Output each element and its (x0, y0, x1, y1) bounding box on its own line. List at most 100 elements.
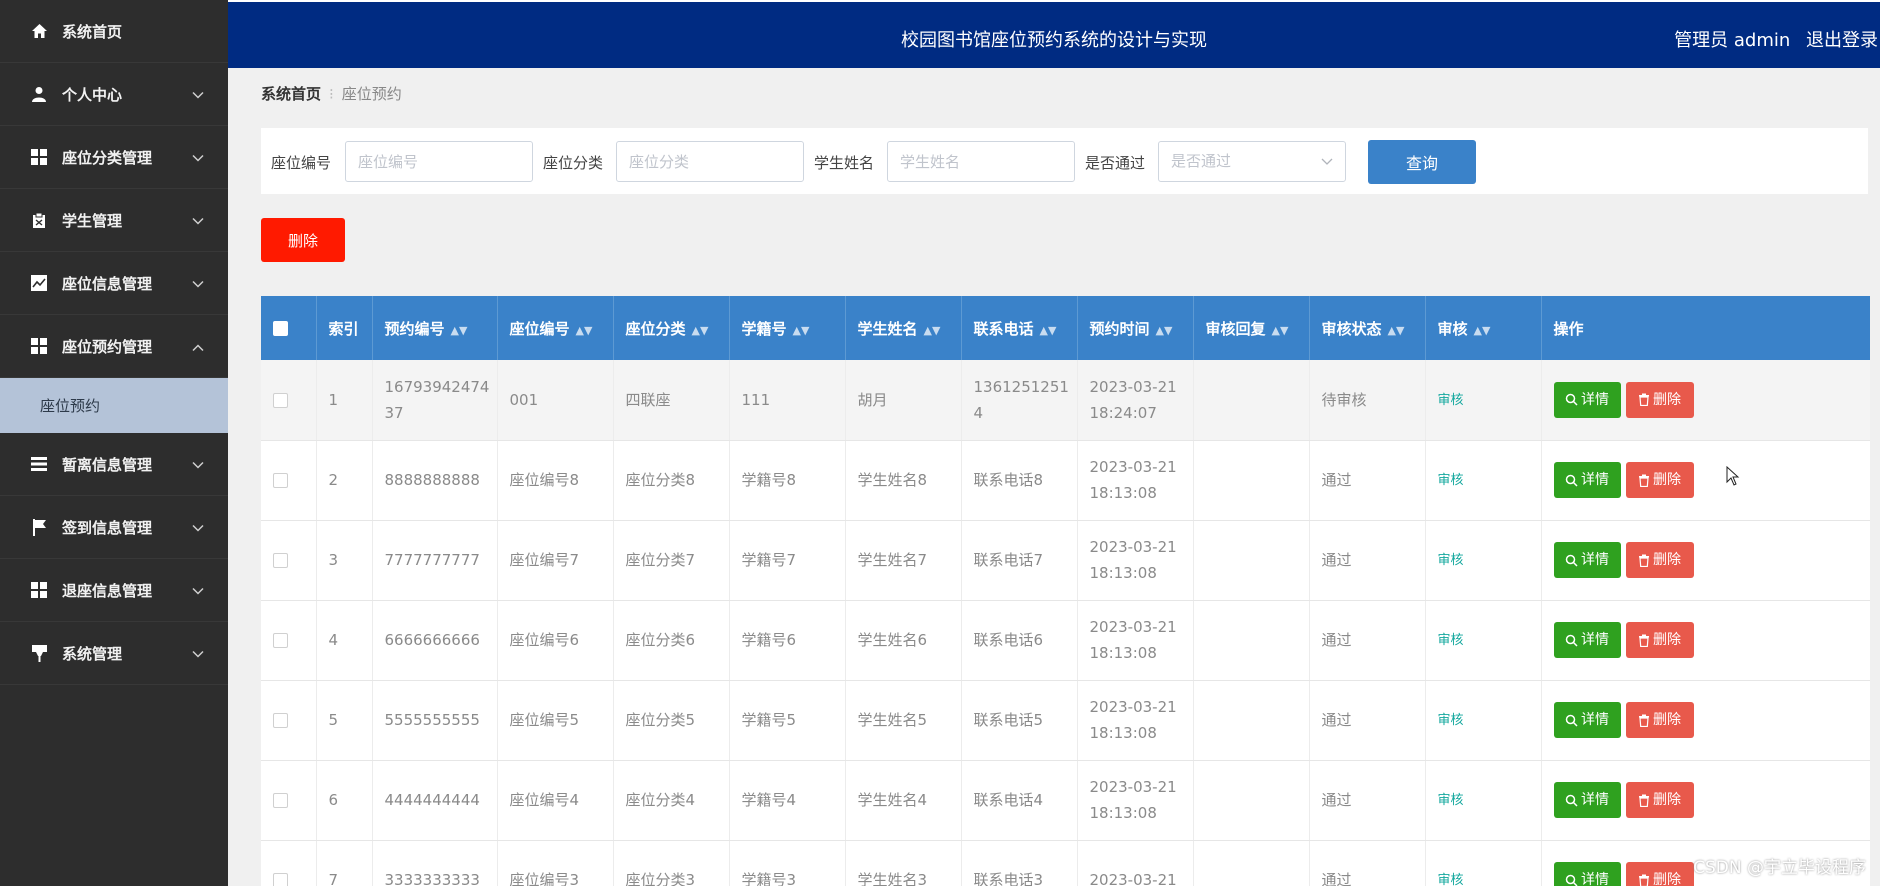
cell-index: 6 (316, 760, 373, 841)
delete-button[interactable]: 删除 (1625, 782, 1694, 818)
sidebar-item-seat-category[interactable]: 座位分类管理 (0, 126, 228, 189)
column-header-label: 审核 (1437, 319, 1468, 338)
review-link[interactable]: 审核 (1438, 873, 1464, 886)
sidebar-item-students[interactable]: 学生管理 (0, 189, 228, 252)
table-header-row: 索引 预约编号 ▲▼ 座位编号 ▲▼ 座位分类 ▲▼ 学籍号 ▲▼ 学生姓名 ▲▼ 联系电… (261, 296, 1870, 360)
sort-icon[interactable]: ▲▼ (451, 324, 468, 337)
cell-index: 5 (316, 680, 373, 761)
detail-button-label: 详情 (1581, 472, 1609, 488)
sort-icon[interactable]: ▲▼ (576, 324, 593, 337)
delete-button[interactable]: 删除 (1625, 542, 1694, 578)
cell-category: 座位分类6 (613, 600, 730, 681)
detail-button[interactable]: 详情 (1553, 542, 1621, 578)
sort-icon[interactable]: ▲▼ (924, 324, 941, 337)
column-header[interactable]: 座位分类 ▲▼ (613, 296, 730, 360)
column-header[interactable]: 座位编号 ▲▼ (497, 296, 614, 360)
seat-no-input[interactable] (345, 141, 533, 182)
search-form: 座位编号 座位分类 学生姓名 是否通过 是否通过 查询 (261, 128, 1868, 194)
review-link[interactable]: 审核 (1438, 713, 1464, 728)
sort-icon[interactable]: ▲▼ (1040, 324, 1057, 337)
sidebar-item-leave-info[interactable]: 暂离信息管理 (0, 433, 228, 496)
query-button[interactable]: 查询 (1368, 140, 1476, 184)
sort-icon[interactable]: ▲▼ (793, 324, 810, 337)
sidebar-item-label: 系统管理 (62, 644, 123, 663)
delete-button[interactable]: 删除 (1625, 622, 1694, 658)
cell-seat-no: 座位编号7 (497, 520, 614, 601)
detail-button[interactable]: 详情 (1553, 622, 1621, 658)
column-header[interactable]: 预约时间 ▲▼ (1077, 296, 1194, 360)
column-header[interactable]: 联系电话 ▲▼ (961, 296, 1078, 360)
column-header[interactable]: 审核回复 ▲▼ (1193, 296, 1310, 360)
row-checkbox[interactable] (273, 553, 288, 568)
student-name-input[interactable] (887, 141, 1075, 182)
column-header[interactable]: 审核状态 ▲▼ (1309, 296, 1426, 360)
chevron-down-icon (192, 148, 204, 167)
trash-icon (1639, 554, 1649, 567)
delete-button[interactable]: 删除 (1625, 702, 1694, 738)
sidebar-item-profile[interactable]: 个人中心 (0, 63, 228, 126)
sidebar: 系统首页 个人中心 座位分类管理 学生管理 座位信息管理 座位预约管理 座位预约… (0, 0, 228, 886)
sidebar-item-label: 座位分类管理 (62, 148, 153, 167)
column-header[interactable]: 学生姓名 ▲▼ (845, 296, 962, 360)
category-input[interactable] (616, 141, 804, 182)
cell-student-id: 学籍号6 (729, 600, 846, 681)
sort-icon[interactable]: ▲▼ (1156, 324, 1173, 337)
row-checkbox[interactable] (273, 392, 288, 408)
select-all-checkbox[interactable] (273, 321, 288, 336)
chevron-down-icon (192, 581, 204, 600)
detail-button[interactable]: 详情 (1553, 702, 1621, 738)
detail-button[interactable]: 详情 (1553, 862, 1621, 886)
passed-select[interactable]: 是否通过 (1158, 141, 1346, 182)
row-checkbox[interactable] (273, 873, 288, 886)
sidebar-item-checkin-info[interactable]: 签到信息管理 (0, 496, 228, 559)
review-link[interactable]: 审核 (1438, 473, 1464, 488)
cell-review-reply (1193, 440, 1310, 521)
delete-button-label: 删除 (1653, 632, 1681, 648)
batch-delete-button[interactable]: 删除 (261, 218, 345, 262)
cell-booking-no: 6666666666 (372, 600, 498, 681)
column-header: 操作 (1541, 296, 1870, 360)
review-link[interactable]: 审核 (1438, 393, 1464, 408)
admin-label: 管理员 admin (1674, 30, 1791, 51)
column-header[interactable]: 审核 ▲▼ (1425, 296, 1542, 360)
logout-link[interactable]: 退出登录 (1806, 30, 1878, 51)
cell-review-status: 通过 (1309, 760, 1426, 841)
cell-review-status: 待审核 (1309, 360, 1426, 441)
row-checkbox[interactable] (273, 793, 288, 808)
sidebar-subitem-seat-booking[interactable]: 座位预约 (0, 378, 228, 433)
review-link[interactable]: 审核 (1438, 793, 1464, 808)
row-checkbox[interactable] (273, 713, 288, 728)
detail-button-label: 详情 (1581, 552, 1609, 568)
seat-no-label: 座位编号 (271, 154, 332, 172)
cell-booking-no: 7777777777 (372, 520, 498, 601)
sort-icon[interactable]: ▲▼ (1474, 324, 1491, 337)
sort-icon[interactable]: ▲▼ (1272, 324, 1289, 337)
sidebar-item-system[interactable]: 系统管理 (0, 622, 228, 685)
cell-category: 座位分类3 (613, 840, 730, 886)
delete-button[interactable]: 删除 (1625, 862, 1694, 886)
cell-actions: 详情 删除 (1541, 600, 1870, 681)
sidebar-item-checkout-info[interactable]: 退座信息管理 (0, 559, 228, 622)
sidebar-item-seat-info[interactable]: 座位信息管理 (0, 252, 228, 315)
column-header[interactable]: 学籍号 ▲▼ (729, 296, 846, 360)
row-checkbox[interactable] (273, 473, 288, 488)
cell-index: 2 (316, 440, 373, 521)
delete-button[interactable]: 删除 (1625, 462, 1694, 498)
row-checkbox[interactable] (273, 633, 288, 648)
detail-button[interactable]: 详情 (1553, 381, 1621, 418)
column-header[interactable]: 预约编号 ▲▼ (372, 296, 498, 360)
column-header-label: 座位分类 (625, 319, 686, 338)
review-link[interactable]: 审核 (1438, 553, 1464, 568)
column-header-label: 预约编号 (384, 319, 445, 338)
delete-button[interactable]: 删除 (1625, 381, 1694, 418)
sidebar-item-home[interactable]: 系统首页 (0, 0, 228, 63)
detail-button[interactable]: 详情 (1553, 462, 1621, 498)
breadcrumb-home[interactable]: 系统首页 (261, 85, 321, 103)
detail-button[interactable]: 详情 (1553, 782, 1621, 818)
sidebar-item-seat-booking[interactable]: 座位预约管理 (0, 315, 228, 378)
review-link[interactable]: 审核 (1438, 633, 1464, 648)
sort-icon[interactable]: ▲▼ (692, 324, 709, 337)
sort-icon[interactable]: ▲▼ (1388, 324, 1405, 337)
cell-seat-no: 座位编号5 (497, 680, 614, 761)
app-title: 校园图书馆座位预约系统的设计与实现 (901, 30, 1207, 51)
